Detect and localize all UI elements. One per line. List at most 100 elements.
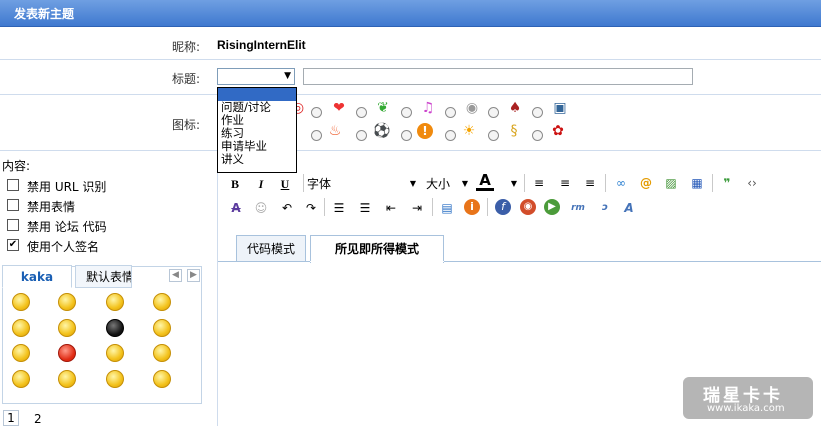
heart-icon: ❤ [333,100,345,116]
icon-radio[interactable] [488,130,499,141]
title-input[interactable] [303,68,693,85]
window-title: 发表新主题 [14,7,75,21]
size-dropdown-icon[interactable]: ▼ [460,176,470,192]
smiley-icon[interactable] [106,319,124,337]
font-select[interactable]: 字体 [307,176,331,192]
size-select[interactable]: 大小 [426,176,450,192]
media-icon[interactable]: ▦ [689,175,705,191]
icon-radio[interactable] [401,130,412,141]
prev-tab-icon[interactable]: ◀ [169,269,182,282]
smiley-icon[interactable] [58,344,76,362]
icon-radio[interactable] [445,107,456,118]
dropdown-option[interactable]: 讲义 [218,153,296,166]
underline-button[interactable]: U [277,176,293,192]
card-icon: ♠ [508,100,522,116]
nick-label: 昵称: [172,40,201,54]
video-icon[interactable]: ▶ [544,199,560,215]
smiley-icon[interactable] [153,319,171,337]
smiley-toggle-icon[interactable]: ☺ [253,200,269,216]
disable-smilies-checkbox[interactable] [7,199,19,211]
title-type-select[interactable]: ▼ [217,68,295,85]
align-left-icon[interactable]: ≡ [531,175,547,191]
title-label: 标题: [172,72,201,86]
toolbar-separator [303,174,304,192]
next-tab-icon[interactable]: ▶ [187,269,200,282]
ordered-list-icon[interactable]: ☰ [331,200,347,216]
tab-kaka[interactable]: kaka [2,265,72,288]
toolbar-separator [605,174,606,192]
icon-radio[interactable] [356,130,367,141]
bold-button[interactable]: B [227,176,243,192]
exclamation-icon: ! [417,123,433,139]
use-signature-checkbox[interactable]: ✔ [7,239,19,251]
disable-bbcode-checkbox[interactable] [7,219,19,231]
icon-radio[interactable] [311,107,322,118]
indent-icon[interactable]: ⇥ [409,200,425,216]
outdent-icon[interactable]: ⇤ [383,200,399,216]
unordered-list-icon[interactable]: ☰ [357,200,373,216]
flame-icon: ♨ [328,123,342,139]
code-icon[interactable]: ‹› [744,175,760,191]
flash-icon[interactable]: f [495,199,511,215]
align-right-icon[interactable]: ≡ [582,175,598,191]
smiley-icon[interactable] [106,344,124,362]
icon-label: 图标: [172,118,201,132]
panel-separator [217,150,218,426]
link-icon[interactable]: ∞ [613,175,629,191]
title-type-dropdown[interactable]: 问题/讨论 作业 练习 申请毕业 讲义 [217,87,297,173]
smiley-icon[interactable] [106,293,124,311]
smiley-icon[interactable] [153,293,171,311]
quote-icon[interactable]: ❞ [719,175,735,191]
divider [0,150,217,151]
redo-icon[interactable]: ↷ [303,200,319,216]
table-icon[interactable]: ▤ [439,200,455,216]
icon-radio[interactable] [532,130,543,141]
font-color-button[interactable]: A [476,172,494,191]
nick-value: RisingInternElit [217,38,306,52]
toolbar-separator [524,174,525,192]
disable-url-checkbox[interactable] [7,179,19,191]
audio-icon[interactable]: ◉ [520,199,536,215]
email-icon[interactable]: @ [638,175,654,191]
smiley-icon[interactable] [153,370,171,388]
icon-radio[interactable] [532,107,543,118]
toolbar-separator [432,198,433,216]
page-2[interactable]: 2 [34,412,42,426]
remove-format-icon[interactable]: A [228,200,244,216]
tab-code-mode[interactable]: 代码模式 [236,235,306,262]
toolbar-separator [487,198,488,216]
leaf-icon: ❦ [377,100,389,116]
smiley-icon[interactable] [12,293,30,311]
icon-radio[interactable] [311,130,322,141]
icon-radio[interactable] [445,130,456,141]
undo-icon[interactable]: ↶ [279,200,295,216]
smiley-icon[interactable] [106,370,124,388]
smiley-icon[interactable] [153,344,171,362]
image-icon[interactable]: ▨ [663,175,679,191]
rose-icon: ✿ [552,123,564,139]
tab-wysiwyg-mode[interactable]: 所见即所得模式 [310,235,444,263]
tab-default-smilies[interactable]: 默认表情 [75,265,132,288]
font-style-icon[interactable]: A [621,200,637,216]
disc-icon: ◉ [465,100,479,116]
color-dropdown-icon[interactable]: ▼ [509,176,519,192]
sun-icon: ☀ [462,123,476,139]
font-dropdown-icon[interactable]: ▼ [408,176,418,192]
smiley-icon[interactable] [58,319,76,337]
quicktime-icon[interactable]: ↄ [596,200,614,216]
smiley-icon[interactable] [12,319,30,337]
align-center-icon[interactable]: ≡ [557,175,573,191]
info-icon[interactable]: i [464,199,480,215]
icon-radio[interactable] [356,107,367,118]
smiley-icon[interactable] [12,344,30,362]
smiley-icon[interactable] [58,293,76,311]
disable-smilies-label: 禁用表情 [27,200,76,214]
page-1[interactable]: 1 [3,410,19,426]
title-bar: 发表新主题 [0,0,821,27]
icon-radio[interactable] [401,107,412,118]
italic-button[interactable]: I [253,176,269,192]
smiley-icon[interactable] [12,370,30,388]
icon-radio[interactable] [488,107,499,118]
smiley-icon[interactable] [58,370,76,388]
real-media-icon[interactable]: rm [569,200,587,216]
